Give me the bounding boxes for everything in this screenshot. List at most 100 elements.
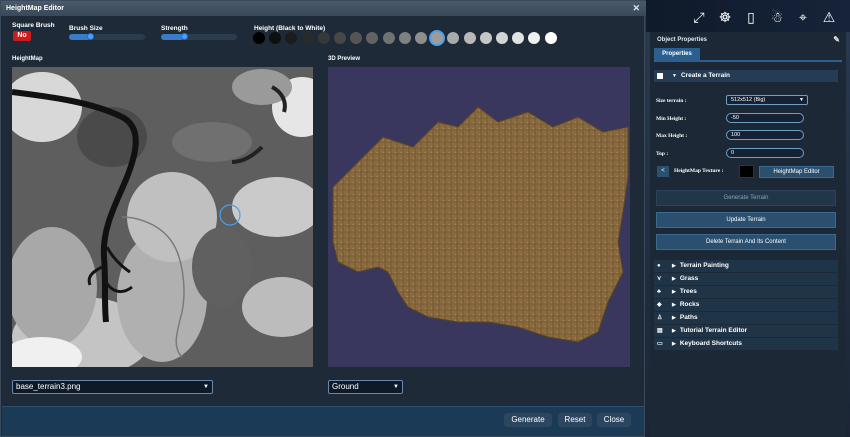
expand-icon[interactable]: ⤢	[690, 9, 708, 25]
section-grass[interactable]: ⋎ ▶ Grass	[654, 273, 838, 285]
chevron-right-icon: ▶	[672, 302, 676, 308]
height-swatch[interactable]	[366, 32, 379, 44]
tab-underline	[654, 60, 842, 62]
size-terrain-label: Size terrain :	[656, 98, 687, 104]
section-trees[interactable]: ♣ ▶ Trees	[654, 286, 838, 298]
section-tutorial[interactable]: ▤ ▶ Tutorial Terrain Editor	[654, 325, 838, 337]
height-swatch[interactable]	[398, 32, 411, 44]
material-select-value: Ground	[332, 382, 359, 391]
slider-knob[interactable]	[87, 33, 94, 40]
heightmap-file-select[interactable]: base_terrain3.png ▼	[12, 380, 213, 394]
chevron-right-icon: ▶	[672, 263, 676, 269]
robot-icon[interactable]: ☃	[768, 9, 786, 25]
section-label: Paths	[679, 314, 698, 321]
height-swatch[interactable]	[415, 32, 427, 44]
height-swatch[interactable]	[463, 32, 476, 44]
chevron-down-icon: ▼	[672, 73, 677, 79]
section-label: Keyboard Shortcuts	[679, 340, 742, 347]
section-label: Rocks	[679, 301, 700, 308]
height-swatch[interactable]	[317, 32, 330, 44]
height-swatch[interactable]	[496, 32, 508, 44]
heightmap-editor-dialog: HeightMap Editor ✕ Square Brush No Brush…	[0, 0, 646, 437]
section-paths[interactable]: ♙ ▶ Paths	[654, 312, 838, 324]
height-swatch[interactable]	[334, 32, 346, 44]
square-brush-toggle[interactable]: No	[13, 31, 31, 41]
section-label: Tutorial Terrain Editor	[679, 327, 748, 334]
height-swatch[interactable]	[528, 32, 541, 44]
tab-properties[interactable]: Properties	[654, 48, 700, 60]
section-label: Terrain Painting	[679, 262, 729, 269]
section-keyboard-shortcuts[interactable]: ▭ ▶ Keyboard Shortcuts	[654, 338, 838, 350]
terrain-mesh-image[interactable]	[328, 67, 630, 367]
walk-icon: ♙	[657, 315, 663, 321]
height-swatch[interactable]	[301, 32, 314, 44]
height-swatch[interactable]	[479, 32, 492, 44]
light-icon[interactable]: ⚠	[820, 9, 838, 25]
strength-slider[interactable]	[161, 33, 237, 40]
dialog-title: HeightMap Editor	[6, 5, 64, 12]
chevron-down-icon: ▼	[203, 384, 209, 390]
square-brush-label: Square Brush	[12, 22, 55, 29]
checkbox-icon[interactable]	[657, 73, 663, 79]
height-swatch[interactable]	[285, 32, 298, 44]
close-icon[interactable]: ✕	[632, 1, 640, 16]
top-input[interactable]: 0	[726, 148, 804, 158]
section-label: Grass	[679, 275, 699, 282]
keyboard-icon: ▭	[657, 341, 663, 347]
3d-preview-viewport[interactable]	[328, 67, 630, 367]
pin-icon[interactable]: ✎	[833, 34, 840, 46]
chevron-right-icon: ▶	[672, 315, 676, 321]
size-terrain-select[interactable]: 512x512 (Big) ▼	[726, 95, 808, 105]
panel-header: Object Properties ✎	[650, 34, 846, 46]
height-swatch[interactable]	[512, 32, 525, 44]
brain-icon[interactable]: ☸	[716, 9, 734, 25]
dialog-title-bar[interactable]: HeightMap Editor ✕	[1, 1, 646, 16]
height-swatch[interactable]	[269, 32, 282, 44]
generate-terrain-button[interactable]: Generate Terrain	[656, 190, 836, 206]
heightmap-texture-thumbnail[interactable]	[739, 165, 754, 178]
min-height-label: Min Height :	[656, 116, 687, 122]
mobile-device-icon[interactable]: ▯	[742, 9, 760, 25]
height-label: Height (Black to White)	[254, 25, 326, 32]
strength-label: Strength	[161, 25, 188, 32]
chevron-right-icon: ▶	[672, 289, 676, 295]
height-swatch[interactable]	[382, 32, 395, 44]
file-select-value: base_terrain3.png	[16, 382, 81, 391]
heightmap-image[interactable]	[12, 67, 313, 367]
height-swatch[interactable]	[253, 32, 265, 44]
size-terrain-value: 512x512 (Big)	[731, 97, 766, 103]
app-root: ⤢ ☸ ▯ ☃ ⌖ ⚠ Object Properties ✎ Properti…	[0, 0, 850, 437]
chevron-down-icon: ▼	[393, 384, 399, 390]
delete-terrain-button[interactable]: Delete Terrain And Its Content	[656, 234, 836, 250]
heightmap-canvas[interactable]	[12, 67, 313, 367]
section-terrain-painting[interactable]: ● ▶ Terrain Painting	[654, 260, 838, 272]
heightmap-editor-button[interactable]: HeightMap Editor	[759, 166, 834, 178]
brush-size-slider[interactable]	[69, 33, 145, 40]
close-button[interactable]: Close	[597, 413, 631, 427]
back-arrow-button[interactable]: <	[657, 166, 669, 177]
top-toolbar: ⤢ ☸ ▯ ☃ ⌖ ⚠	[646, 0, 850, 32]
grass-icon: ⋎	[657, 276, 662, 282]
camera-icon[interactable]: ⌖	[794, 9, 812, 25]
height-swatch[interactable]	[544, 32, 557, 44]
rock-icon: ◆	[657, 302, 662, 308]
material-select[interactable]: Ground ▼	[328, 380, 403, 394]
height-swatch[interactable]	[447, 32, 460, 44]
chevron-right-icon: ▶	[672, 328, 676, 334]
height-swatch[interactable]	[429, 30, 446, 46]
max-height-input[interactable]: 100	[726, 130, 804, 140]
min-height-input[interactable]: -50	[726, 113, 804, 123]
update-terrain-button[interactable]: Update Terrain	[656, 212, 836, 228]
book-icon: ▤	[657, 328, 663, 334]
section-label: Trees	[679, 288, 697, 295]
section-create-terrain[interactable]: ▼ Create a Terrain	[654, 70, 838, 82]
generate-button[interactable]: Generate	[504, 413, 552, 427]
chevron-down-icon: ▼	[799, 97, 804, 103]
height-swatch[interactable]	[350, 32, 363, 44]
slider-knob[interactable]	[181, 33, 188, 40]
heightmap-texture-label: HeightMap Texture :	[674, 168, 724, 174]
preview-label: 3D Preview	[328, 56, 361, 62]
reset-button[interactable]: Reset	[558, 413, 592, 427]
panel-title: Object Properties	[657, 37, 708, 43]
section-rocks[interactable]: ◆ ▶ Rocks	[654, 299, 838, 311]
